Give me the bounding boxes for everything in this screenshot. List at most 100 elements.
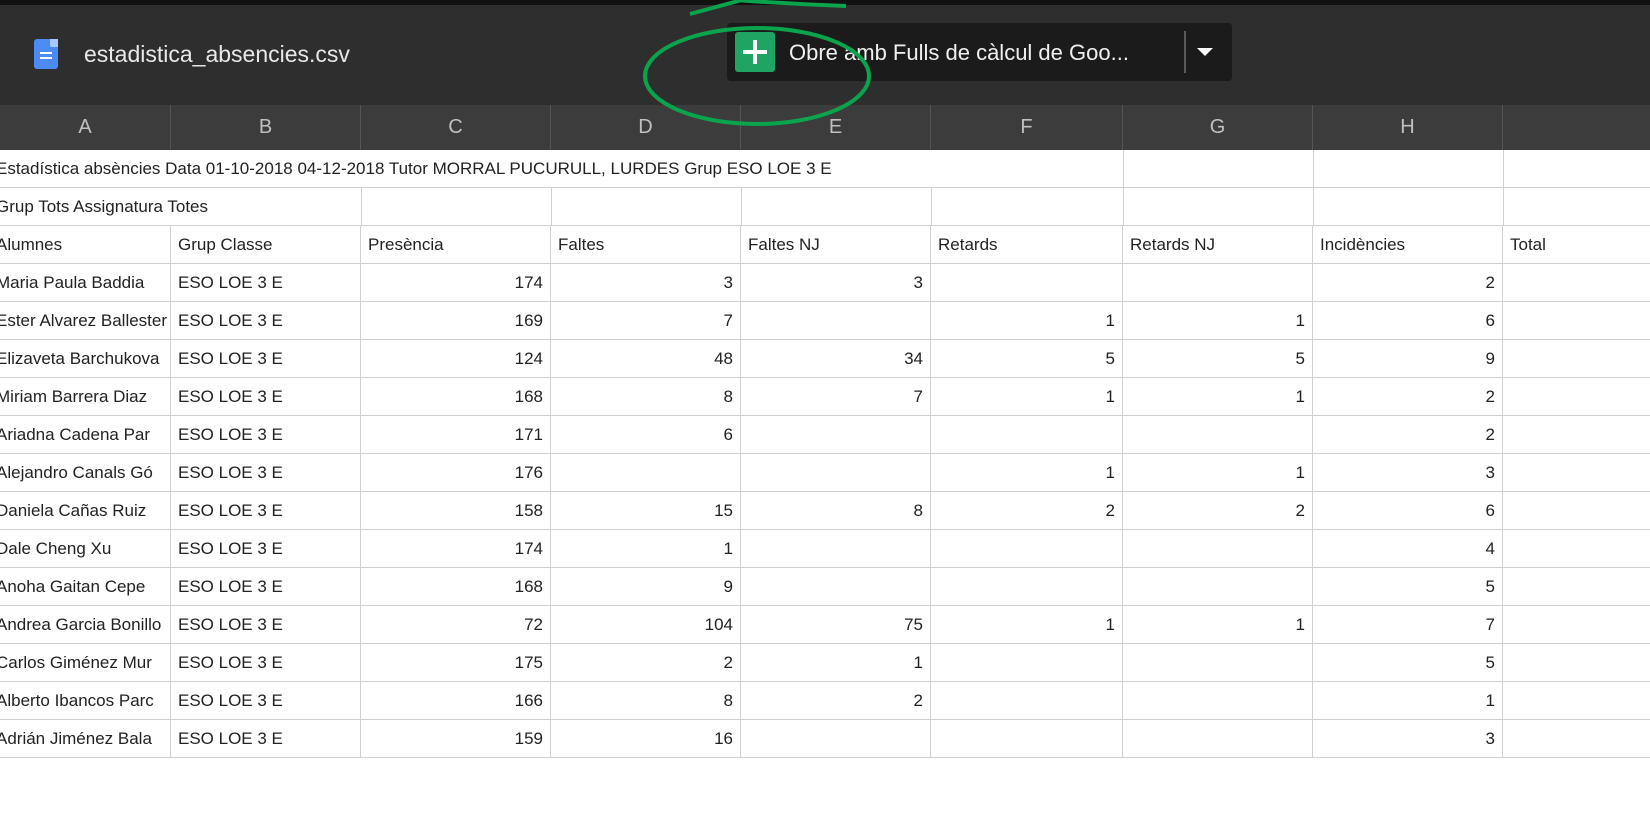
- table-cell[interactable]: [931, 416, 1123, 454]
- table-cell[interactable]: [931, 264, 1123, 302]
- table-cell[interactable]: ESO LOE 3 E: [171, 682, 361, 720]
- table-cell[interactable]: [1503, 454, 1650, 492]
- table-cell[interactable]: [931, 644, 1123, 682]
- table-cell[interactable]: [741, 302, 931, 340]
- table-cell[interactable]: [1123, 264, 1313, 302]
- table-cell[interactable]: 2: [931, 492, 1123, 530]
- table-cell[interactable]: 2: [551, 644, 741, 682]
- column-header-i[interactable]: [1503, 105, 1650, 150]
- table-cell[interactable]: ESO LOE 3 E: [171, 720, 361, 758]
- table-cell[interactable]: 168: [361, 378, 551, 416]
- table-cell[interactable]: 1: [741, 644, 931, 682]
- table-cell[interactable]: 2: [1313, 378, 1503, 416]
- table-cell[interactable]: 175: [361, 644, 551, 682]
- table-cell[interactable]: [1503, 720, 1650, 758]
- table-cell[interactable]: [741, 454, 931, 492]
- table-cell[interactable]: 171: [361, 416, 551, 454]
- table-cell[interactable]: [1503, 568, 1650, 606]
- table-cell[interactable]: 168: [361, 568, 551, 606]
- table-cell[interactable]: [551, 454, 741, 492]
- table-cell[interactable]: 1: [1123, 606, 1313, 644]
- table-cell[interactable]: [1503, 606, 1650, 644]
- table-cell[interactable]: ESO LOE 3 E: [171, 264, 361, 302]
- table-cell[interactable]: 104: [551, 606, 741, 644]
- table-cell[interactable]: 6: [551, 416, 741, 454]
- column-header-d[interactable]: D: [551, 105, 741, 150]
- table-cell[interactable]: 1: [931, 302, 1123, 340]
- table-cell[interactable]: [741, 568, 931, 606]
- table-cell[interactable]: 5: [1123, 340, 1313, 378]
- table-cell[interactable]: 7: [551, 302, 741, 340]
- table-cell[interactable]: [741, 530, 931, 568]
- table-cell[interactable]: 7: [741, 378, 931, 416]
- table-cell[interactable]: 34: [741, 340, 931, 378]
- table-cell[interactable]: [931, 530, 1123, 568]
- table-cell[interactable]: 9: [1313, 340, 1503, 378]
- table-cell[interactable]: [741, 720, 931, 758]
- table-cell[interactable]: 1: [1313, 682, 1503, 720]
- table-cell[interactable]: 5: [1313, 568, 1503, 606]
- table-cell[interactable]: 1: [1123, 454, 1313, 492]
- table-cell[interactable]: 174: [361, 264, 551, 302]
- table-cell[interactable]: [1123, 568, 1313, 606]
- chevron-down-icon[interactable]: [1197, 48, 1213, 56]
- table-cell[interactable]: 1: [1123, 378, 1313, 416]
- table-cell[interactable]: 1: [551, 530, 741, 568]
- table-cell[interactable]: [1123, 682, 1313, 720]
- table-cell[interactable]: [1123, 720, 1313, 758]
- table-cell[interactable]: Miriam Barrera Diaz: [0, 378, 171, 416]
- table-cell[interactable]: [931, 720, 1123, 758]
- table-cell[interactable]: [1503, 302, 1650, 340]
- table-cell[interactable]: Anoha Gaitan Cepe: [0, 568, 171, 606]
- table-cell[interactable]: Dale Cheng Xu: [0, 530, 171, 568]
- table-cell[interactable]: 8: [551, 682, 741, 720]
- table-cell[interactable]: Maria Paula Baddia: [0, 264, 171, 302]
- table-cell[interactable]: [1503, 378, 1650, 416]
- table-cell[interactable]: 2: [741, 682, 931, 720]
- table-cell[interactable]: Alejandro Canals Gó: [0, 454, 171, 492]
- table-cell[interactable]: 4: [1313, 530, 1503, 568]
- table-cell[interactable]: ESO LOE 3 E: [171, 416, 361, 454]
- table-cell[interactable]: [1503, 492, 1650, 530]
- table-cell[interactable]: 1: [1123, 302, 1313, 340]
- table-cell[interactable]: 159: [361, 720, 551, 758]
- column-header-c[interactable]: C: [361, 105, 551, 150]
- table-cell[interactable]: 9: [551, 568, 741, 606]
- table-cell[interactable]: Ariadna Cadena Par: [0, 416, 171, 454]
- table-cell[interactable]: ESO LOE 3 E: [171, 606, 361, 644]
- table-cell[interactable]: 124: [361, 340, 551, 378]
- table-cell[interactable]: [1123, 644, 1313, 682]
- table-cell[interactable]: ESO LOE 3 E: [171, 454, 361, 492]
- table-cell[interactable]: 16: [551, 720, 741, 758]
- table-cell[interactable]: ESO LOE 3 E: [171, 340, 361, 378]
- table-cell[interactable]: 6: [1313, 492, 1503, 530]
- table-cell[interactable]: 3: [1313, 454, 1503, 492]
- table-cell[interactable]: 1: [931, 454, 1123, 492]
- table-cell[interactable]: [1503, 530, 1650, 568]
- table-cell[interactable]: 7: [1313, 606, 1503, 644]
- table-cell[interactable]: 5: [931, 340, 1123, 378]
- table-cell[interactable]: 1: [931, 378, 1123, 416]
- table-cell[interactable]: ESO LOE 3 E: [171, 302, 361, 340]
- table-cell[interactable]: 5: [1313, 644, 1503, 682]
- table-cell[interactable]: 3: [741, 264, 931, 302]
- table-cell[interactable]: 75: [741, 606, 931, 644]
- table-cell[interactable]: 158: [361, 492, 551, 530]
- table-cell[interactable]: Elizaveta Barchukova: [0, 340, 171, 378]
- table-cell[interactable]: 8: [741, 492, 931, 530]
- table-cell[interactable]: [1503, 644, 1650, 682]
- table-cell[interactable]: ESO LOE 3 E: [171, 644, 361, 682]
- table-cell[interactable]: 174: [361, 530, 551, 568]
- table-cell[interactable]: 2: [1313, 264, 1503, 302]
- table-cell[interactable]: Adrián Jiménez Bala: [0, 720, 171, 758]
- table-cell[interactable]: 72: [361, 606, 551, 644]
- table-cell[interactable]: 1: [931, 606, 1123, 644]
- column-header-f[interactable]: F: [931, 105, 1123, 150]
- table-cell[interactable]: [741, 416, 931, 454]
- table-cell[interactable]: Andrea Garcia Bonillo: [0, 606, 171, 644]
- table-cell[interactable]: ESO LOE 3 E: [171, 492, 361, 530]
- table-cell[interactable]: [1503, 416, 1650, 454]
- table-cell[interactable]: 2: [1313, 416, 1503, 454]
- column-header-h[interactable]: H: [1313, 105, 1503, 150]
- table-cell[interactable]: Daniela Cañas Ruiz: [0, 492, 171, 530]
